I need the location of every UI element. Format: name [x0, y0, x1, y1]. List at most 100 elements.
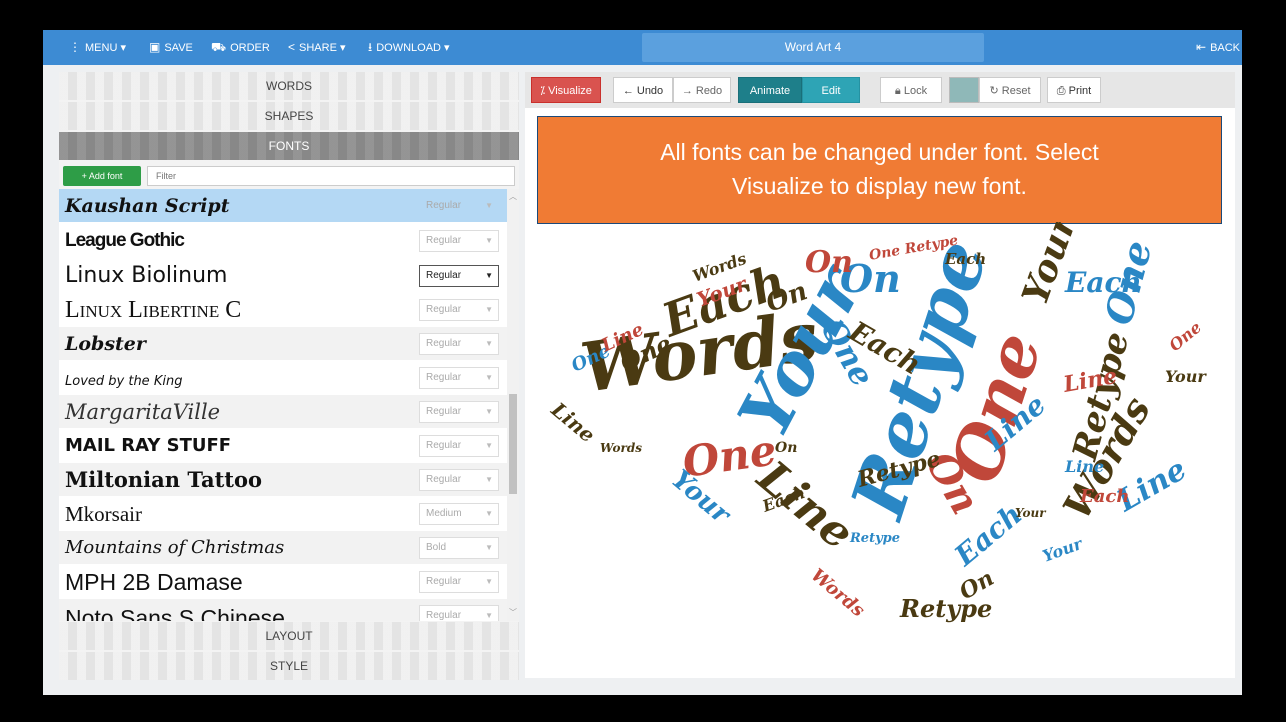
font-name: MAIL RAY STUFF [65, 435, 232, 456]
scroll-up-icon[interactable]: ︿ [509, 191, 517, 202]
font-name: Kaushan Script [65, 195, 230, 217]
font-weight-value: Regular [426, 304, 462, 315]
accordion-shapes[interactable]: SHAPES [59, 102, 519, 130]
cloud-word: Words [600, 441, 642, 455]
order-label: ORDER [230, 42, 270, 54]
font-weight-select[interactable]: Regular ▼ [419, 401, 499, 423]
accordion-words[interactable]: WORDS [59, 72, 519, 100]
download-label: DOWNLOAD [376, 42, 441, 54]
font-name: Miltonian Tattoo [65, 467, 262, 492]
reset-button[interactable]: ↻ Reset [979, 77, 1041, 103]
font-weight-value: Bold [426, 542, 447, 553]
share-button[interactable]: < SHARE ▾ [288, 30, 346, 65]
font-row-linux-biolinum[interactable]: Linux Biolinum Regular ▼ [59, 259, 507, 293]
font-row-margaritaville[interactable]: MargaritaVille Regular ▼ [59, 395, 507, 429]
font-name: Noto Sans S Chinese [65, 605, 285, 621]
background-color-swatch[interactable] [949, 77, 979, 103]
font-weight-select[interactable]: Medium ▼ [419, 503, 499, 525]
back-label: BACK [1210, 42, 1241, 54]
word-cloud[interactable]: Words Your Retype One Line Each One On O… [525, 222, 1235, 678]
font-weight-value: Regular [426, 474, 462, 485]
accordion-layout[interactable]: LAYOUT [59, 622, 519, 650]
chevron-down-icon: ▼ [485, 271, 493, 280]
menu-button[interactable]: ⋮ MENU ▾ [69, 30, 126, 65]
cloud-word: Retype [849, 531, 900, 546]
font-row-miltonian-tattoo[interactable]: Miltonian Tattoo Regular ▼ [59, 463, 507, 497]
accordion-fonts[interactable]: FONTS [59, 132, 519, 160]
font-row-loved-by-the-king[interactable]: Loved by the King Regular ▼ [59, 361, 507, 395]
font-weight-select[interactable]: Regular ▼ [419, 265, 499, 287]
font-weight-value: Regular [426, 338, 462, 349]
font-name: MargaritaVille [65, 400, 221, 424]
visualize-button[interactable]: ⁒ Visualize [531, 77, 601, 103]
save-button[interactable]: ▣ SAVE [149, 30, 193, 65]
lock-label: Lock [903, 85, 928, 97]
redo-button[interactable]: → Redo [673, 77, 731, 103]
scroll-down-icon[interactable]: ﹀ [509, 607, 517, 618]
font-name: Mkorsair [65, 502, 142, 526]
font-name: Mountains of Christmas [65, 537, 285, 558]
font-weight-select[interactable]: Regular ▼ [419, 469, 499, 491]
edit-button[interactable]: Edit [802, 77, 860, 103]
font-row-lobster[interactable]: Lobster Regular ▼ [59, 327, 507, 361]
font-row-mkorsair[interactable]: Mkorsair Medium ▼ [59, 497, 507, 531]
cloud-word: Your [1165, 367, 1207, 386]
app-window: ⋮ MENU ▾ ▣ SAVE ⛟ ORDER < SHARE ▾ ⭳ DOWNLOAD … [43, 30, 1242, 695]
font-list[interactable]: Kaushan Script Regular ▼ League Gothic Re… [59, 189, 507, 621]
redo-label: Redo [695, 85, 723, 97]
font-weight-select[interactable]: Regular ▼ [419, 333, 499, 355]
banner-line-2: Visualize to display new font. [732, 173, 1027, 199]
font-row-noto-sans-s-chinese[interactable]: Noto Sans S Chinese Regular ▼ [59, 599, 507, 621]
print-icon: ⎙ [1056, 85, 1069, 97]
save-label: SAVE [164, 42, 193, 54]
font-weight-value: Regular [426, 200, 462, 211]
font-weight-value: Regular [426, 440, 462, 451]
animate-button[interactable]: Animate [738, 77, 802, 103]
instruction-banner: All fonts can be changed under font. Sel… [537, 116, 1222, 224]
font-weight-select[interactable]: Regular ▼ [419, 299, 499, 321]
cloud-word: On [775, 440, 797, 456]
font-row-mail-ray-stuff[interactable]: MAIL RAY STUFF Regular ▼ [59, 429, 507, 463]
order-button[interactable]: ⛟ ORDER [211, 30, 270, 65]
font-row-league-gothic[interactable]: League Gothic Regular ▼ [59, 224, 507, 258]
font-row-mountains-of-christmas[interactable]: Mountains of Christmas Bold ▼ [59, 531, 507, 565]
chevron-down-icon: ▼ [485, 577, 493, 586]
download-button[interactable]: ⭳ DOWNLOAD ▾ [368, 30, 450, 65]
font-weight-select[interactable]: Regular ▼ [419, 230, 499, 252]
cloud-word: Each [1064, 266, 1142, 299]
share-label: SHARE [299, 42, 337, 54]
cloud-word: On [805, 245, 853, 280]
menu-label: MENU [85, 42, 118, 54]
font-weight-value: Regular [426, 235, 462, 246]
canvas-panel: ⁒ Visualize ← Undo → Redo Animate Edit 🔒… [525, 72, 1235, 678]
font-weight-value: Regular [426, 576, 462, 587]
redo-icon: → [681, 85, 696, 97]
font-list-scrollbar[interactable]: ︿ ﹀ [507, 189, 519, 621]
scroll-thumb[interactable] [509, 394, 517, 494]
font-name: MPH 2B Damase [65, 569, 243, 595]
cloud-word: Each [944, 250, 986, 268]
font-weight-select[interactable]: Regular ▼ [419, 605, 499, 621]
back-button[interactable]: ⇤ BACK [1196, 30, 1240, 65]
font-row-mph-2b-damase[interactable]: MPH 2B Damase Regular ▼ [59, 565, 507, 599]
font-filter-input[interactable] [147, 166, 515, 186]
cloud-word: Line [1064, 457, 1104, 476]
print-button[interactable]: ⎙ Print [1047, 77, 1101, 103]
lock-button[interactable]: 🔒︎ Lock [880, 77, 942, 103]
font-row-kaushan-script[interactable]: Kaushan Script Regular ▼ [59, 189, 507, 223]
reset-icon: ↻ [989, 85, 1002, 97]
font-weight-select[interactable]: Regular ▼ [419, 571, 499, 593]
font-weight-select[interactable]: Regular ▼ [419, 195, 499, 217]
font-weight-select[interactable]: Regular ▼ [419, 435, 499, 457]
font-weight-select[interactable]: Regular ▼ [419, 367, 499, 389]
font-row-linux-libertine-c[interactable]: Linux Libertine C Regular ▼ [59, 293, 507, 327]
add-font-button[interactable]: + Add font [63, 166, 141, 186]
undo-button[interactable]: ← Undo [613, 77, 673, 103]
document-title-field[interactable]: Word Art 4 [642, 33, 984, 62]
cart-icon: ⛟ [211, 40, 227, 54]
font-weight-select[interactable]: Bold ▼ [419, 537, 499, 559]
accordion-style[interactable]: STYLE [59, 652, 519, 680]
top-nav: ⋮ MENU ▾ ▣ SAVE ⛟ ORDER < SHARE ▾ ⭳ DOWNLOAD … [43, 30, 1242, 65]
font-weight-value: Regular [426, 406, 462, 417]
chevron-down-icon: ▼ [485, 509, 493, 518]
